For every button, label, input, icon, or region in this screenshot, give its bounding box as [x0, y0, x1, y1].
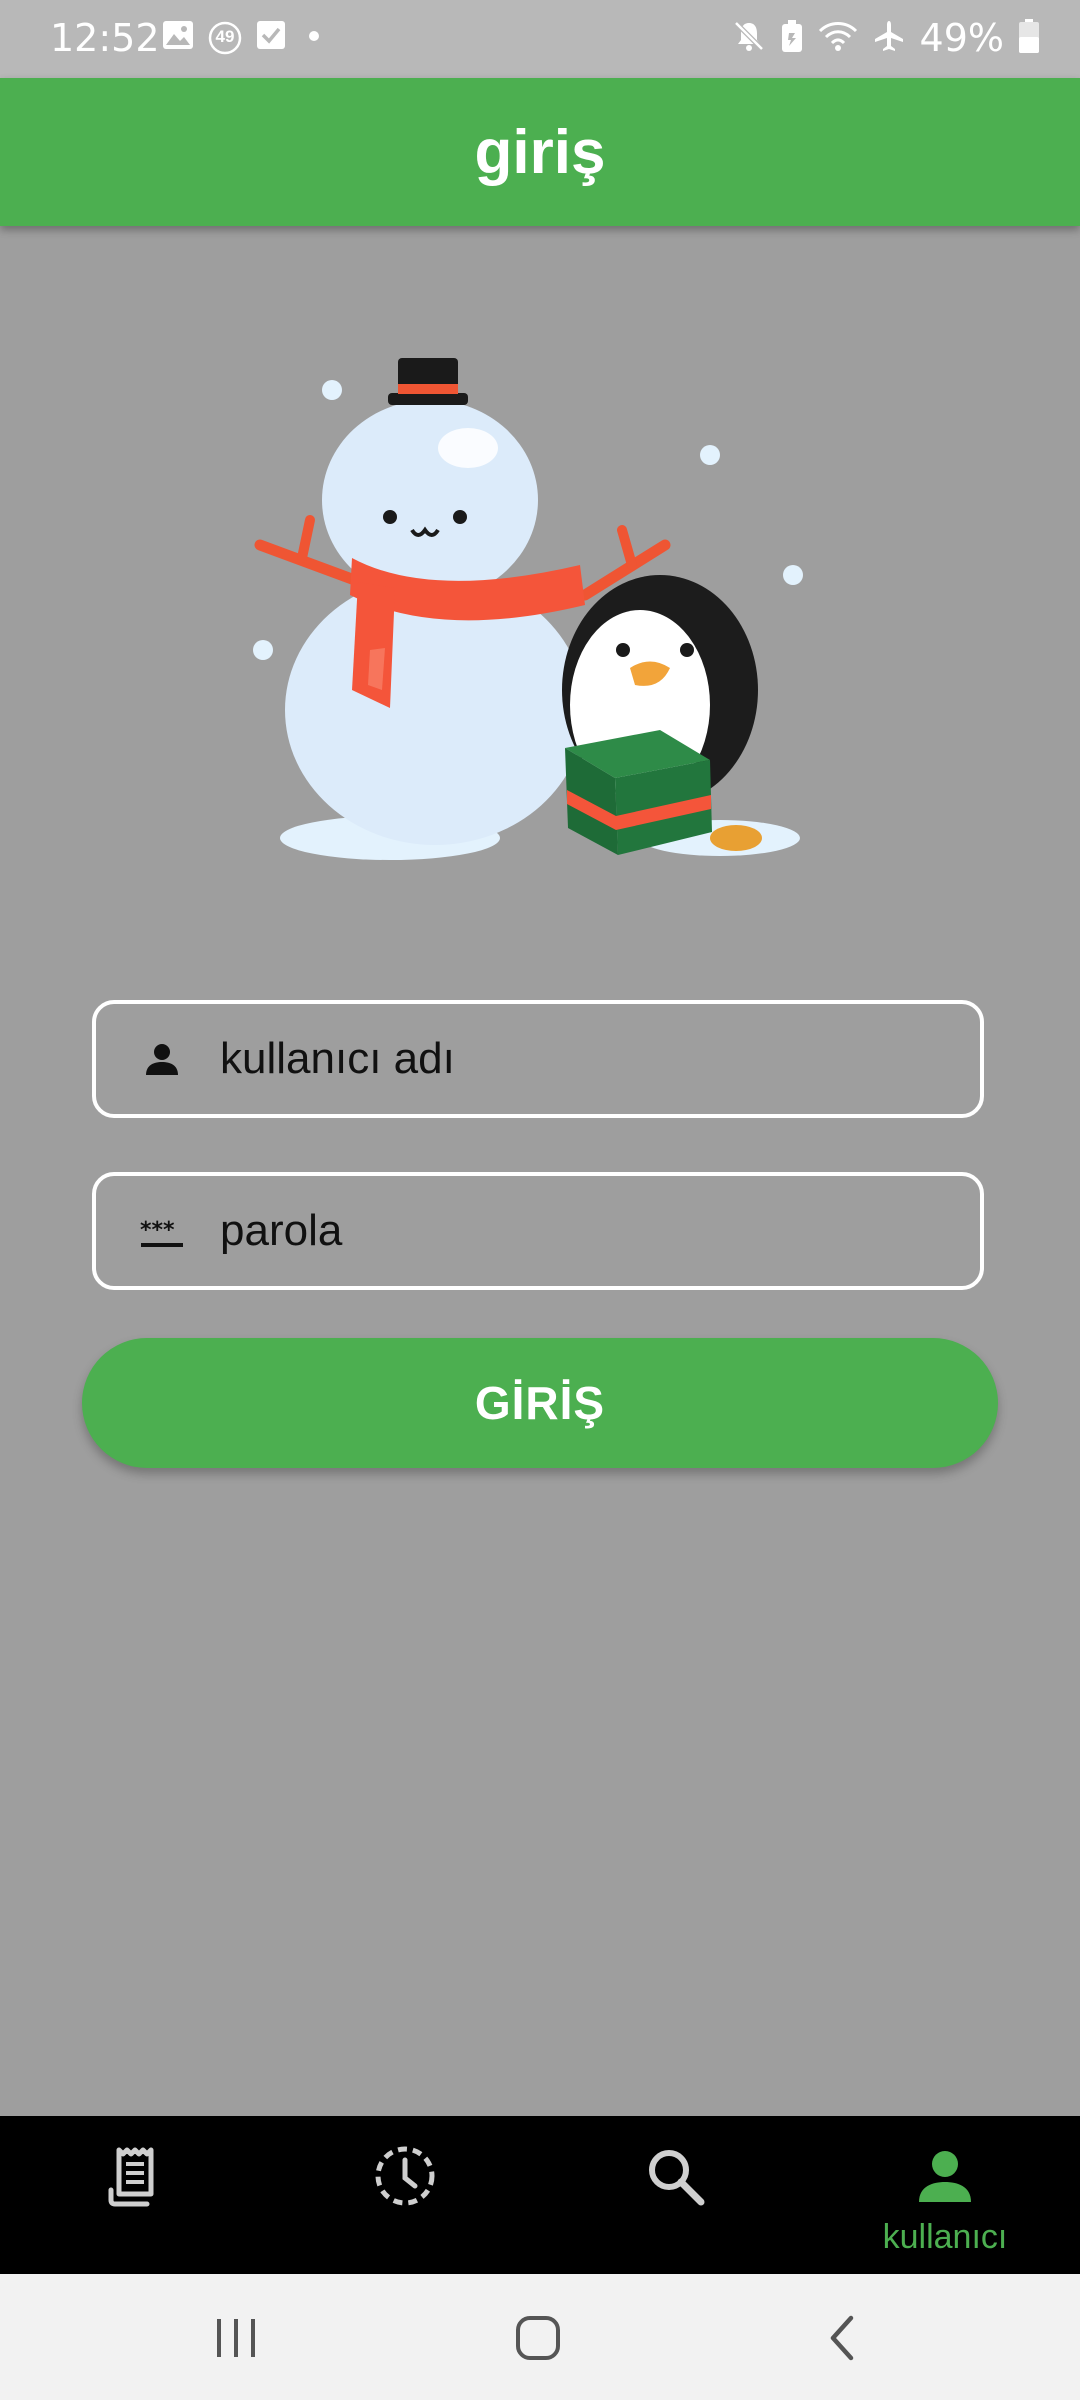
back-button[interactable] [812, 2308, 872, 2368]
nav-item-search[interactable] [540, 2116, 810, 2274]
system-nav-bar [0, 2274, 1080, 2400]
nav-item-receipts[interactable] [0, 2116, 270, 2274]
password-field[interactable]: *** [92, 1172, 984, 1290]
snowman-penguin-illustration [240, 350, 840, 870]
password-icon: *** [134, 1203, 190, 1259]
battery-icon [1018, 18, 1040, 59]
check-icon [256, 20, 286, 55]
username-input[interactable] [220, 1034, 920, 1084]
badge-icon: 49 [208, 21, 242, 55]
receipt-icon [99, 2140, 171, 2212]
bottom-nav: kullanıcı [0, 2116, 1080, 2274]
status-time: 12:52 [50, 16, 160, 60]
home-button[interactable] [508, 2308, 568, 2368]
status-left-icons: 49 [162, 20, 330, 55]
username-field[interactable] [92, 1000, 984, 1118]
battery-saver-icon [780, 19, 804, 58]
recent-apps-button[interactable] [206, 2308, 266, 2368]
airplane-icon [872, 19, 906, 58]
notification-count: 49 [215, 26, 235, 46]
image-icon [162, 20, 194, 55]
person-icon [909, 2140, 981, 2212]
status-right: 49% [732, 16, 1040, 60]
person-icon [134, 1031, 190, 1087]
nav-item-history[interactable] [270, 2116, 540, 2274]
password-input[interactable] [220, 1206, 920, 1256]
nav-label-user: kullanıcı [882, 2218, 1008, 2256]
mute-icon [732, 19, 766, 58]
search-icon [639, 2140, 711, 2212]
svg-text:***: *** [140, 1218, 175, 1243]
page-title: giriş [474, 117, 606, 187]
history-icon [369, 2140, 441, 2212]
nav-item-user[interactable]: kullanıcı [810, 2116, 1080, 2274]
dot-icon [300, 29, 330, 47]
wifi-off-icon [818, 19, 858, 58]
status-bar: 12:52 49 49% [0, 0, 1080, 78]
login-button[interactable]: GİRİŞ [82, 1338, 998, 1468]
app-bar: giriş [0, 78, 1080, 226]
battery-percent: 49% [919, 16, 1004, 60]
